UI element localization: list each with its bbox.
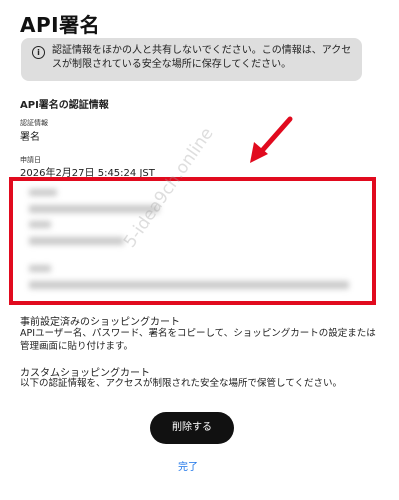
redacted-signature bbox=[29, 281, 349, 289]
info-icon: i bbox=[32, 46, 45, 59]
security-notice: i 認証情報をほかの人と共有しないでください。この情報は、アクセスが制限されてい… bbox=[21, 38, 362, 81]
page-title: API署名 bbox=[20, 13, 101, 37]
redacted-field-label bbox=[29, 265, 51, 272]
credential-type-value: 署名 bbox=[20, 132, 40, 143]
custom-cart-text: 以下の認証情報を、アクセスが制限された安全な場所で保管してください。 bbox=[20, 378, 342, 389]
redacted-field-label bbox=[29, 189, 57, 196]
delete-button[interactable]: 削除する bbox=[150, 412, 234, 444]
redacted-field-label bbox=[29, 221, 51, 228]
redacted-credentials-box bbox=[9, 177, 376, 305]
annotation-arrow-icon bbox=[250, 116, 293, 163]
preset-cart-text: APIユーザー名、パスワード、署名をコピーして、ショッピングカートの設定または管… bbox=[20, 328, 376, 352]
credential-type-label: 認証情報 bbox=[20, 119, 48, 127]
notice-text: 認証情報をほかの人と共有しないでください。この情報は、アクセスが制限されている安… bbox=[52, 45, 352, 70]
preset-cart-title: 事前設定済みのショッピングカート bbox=[20, 317, 180, 328]
redacted-password bbox=[29, 237, 124, 245]
credentials-heading: API署名の認証情報 bbox=[20, 100, 109, 111]
done-link[interactable]: 完了 bbox=[178, 458, 198, 473]
